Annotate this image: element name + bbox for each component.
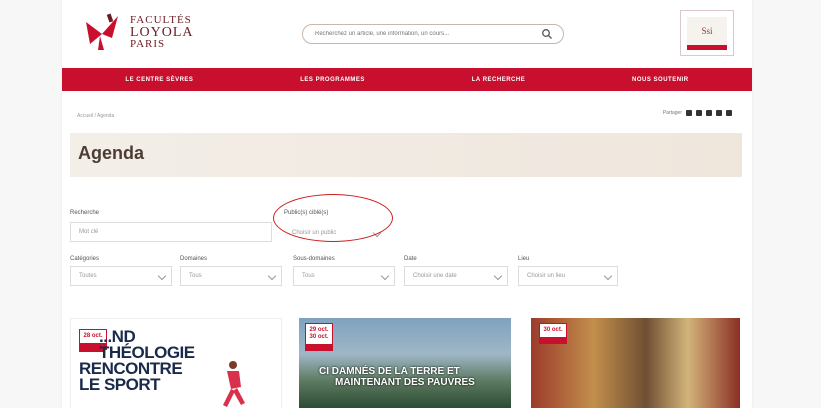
- date-badge-bar: [540, 337, 566, 343]
- badge-bar: [687, 45, 727, 50]
- search-bar: [302, 24, 564, 44]
- logo-line-3: PARIS: [130, 37, 166, 50]
- recherche-field[interactable]: Mot clé: [70, 222, 272, 242]
- categories-value: Toutes: [79, 273, 97, 279]
- domaines-value: Tous: [189, 273, 202, 279]
- facebook-icon[interactable]: [686, 110, 692, 116]
- lieu-value: Choisir un lieu: [527, 273, 566, 279]
- chevron-down-icon: [157, 271, 167, 281]
- chevron-down-icon: [493, 271, 503, 281]
- main-nav: Le Centre Sèvres Les Programmes La Reche…: [62, 68, 752, 91]
- sous-domaines-select[interactable]: Tous: [293, 266, 395, 286]
- recherche-label: Recherche: [70, 210, 100, 216]
- sous-domaines-label: Sous-domaines: [293, 256, 335, 262]
- card-2-line-2: MAINTENANT DES PAUVRES: [335, 377, 475, 388]
- date-label: Date: [404, 256, 417, 262]
- nav-item-soutenir[interactable]: Nous Soutenir: [632, 77, 689, 83]
- nav-item-recherche[interactable]: La Recherche: [472, 77, 525, 83]
- public-label: Public(s) ciblé(s): [284, 210, 329, 216]
- card-1-line-4: LE SPORT: [79, 375, 161, 394]
- label-badge[interactable]: Ssi: [680, 10, 734, 56]
- share-bar: Partager: [663, 110, 732, 116]
- lieu-select[interactable]: Choisir un lieu: [518, 266, 618, 286]
- date-select[interactable]: Choisir une date: [404, 266, 508, 286]
- site-logo[interactable]: FACULTÉS LOYOLA PARIS: [82, 12, 194, 52]
- card-3-date: 30 oct.: [543, 327, 563, 333]
- site-header: FACULTÉS LOYOLA PARIS Ssi: [62, 0, 752, 68]
- badge-logo: Ssi: [687, 17, 727, 45]
- date-badge: 30 oct.: [539, 323, 567, 344]
- chevron-down-icon: [267, 271, 277, 281]
- twitter-icon[interactable]: [696, 110, 702, 116]
- logo-mark-icon: [86, 13, 118, 50]
- categories-label: Catégories: [70, 256, 100, 262]
- print-icon[interactable]: [716, 110, 722, 116]
- page-title: Agenda: [78, 143, 145, 163]
- chevron-down-icon: [372, 228, 382, 238]
- nav-item-centre-sevres[interactable]: Le Centre Sèvres: [125, 77, 193, 83]
- search-icon[interactable]: [541, 28, 553, 40]
- sous-domaines-value: Tous: [302, 273, 315, 279]
- date-value: Choisir une date: [413, 273, 457, 279]
- nav-item-programmes[interactable]: Les Programmes: [300, 77, 365, 83]
- breadcrumb[interactable]: Accueil / Agenda: [77, 113, 114, 119]
- email-icon[interactable]: [726, 110, 732, 116]
- linkedin-icon[interactable]: [706, 110, 712, 116]
- domaines-select[interactable]: Tous: [180, 266, 282, 286]
- card-2-date: 29 oct. 30 oct.: [309, 327, 329, 340]
- logo-text: FACULTÉS LOYOLA PARIS: [130, 13, 194, 50]
- badge-text: Ssi: [701, 26, 713, 36]
- card-2-title: CI DAMNÉS DE LA TERRE ET MAINTENANT DES …: [319, 366, 475, 388]
- search-input[interactable]: [313, 30, 537, 38]
- date-badge: 29 oct. 30 oct.: [305, 323, 333, 351]
- chevron-down-icon: [603, 271, 613, 281]
- public-value: Choisir un public: [292, 230, 337, 236]
- categories-select[interactable]: Toutes: [70, 266, 172, 286]
- event-card-1[interactable]: 28 oct. ...ND THÉOLOGIE RENCONTRE LE SPO…: [70, 318, 282, 408]
- event-card-2[interactable]: 29 oct. 30 oct. CI DAMNÉS DE LA TERRE ET…: [299, 318, 511, 408]
- title-banner: Agenda: [70, 133, 742, 177]
- chevron-down-icon: [380, 271, 390, 281]
- card-1-title: ...ND THÉOLOGIE RENCONTRE LE SPORT: [79, 328, 195, 393]
- card-2-line-1: CI DAMNÉS DE LA TERRE ET: [319, 366, 460, 377]
- logo-line-1: FACULTÉS: [130, 13, 192, 26]
- recherche-placeholder: Mot clé: [79, 229, 99, 235]
- runner-figure-icon: [223, 361, 245, 407]
- public-select[interactable]: Choisir un public: [284, 224, 386, 242]
- page: FACULTÉS LOYOLA PARIS Ssi Le Centre Sèvr…: [62, 0, 752, 408]
- lieu-label: Lieu: [518, 256, 530, 262]
- logo-line-2: LOYOLA: [130, 24, 194, 40]
- event-card-3[interactable]: 30 oct.: [531, 318, 740, 408]
- share-label: Partager: [662, 110, 682, 116]
- domaines-label: Domaines: [180, 256, 208, 262]
- date-badge-bar: [306, 344, 332, 350]
